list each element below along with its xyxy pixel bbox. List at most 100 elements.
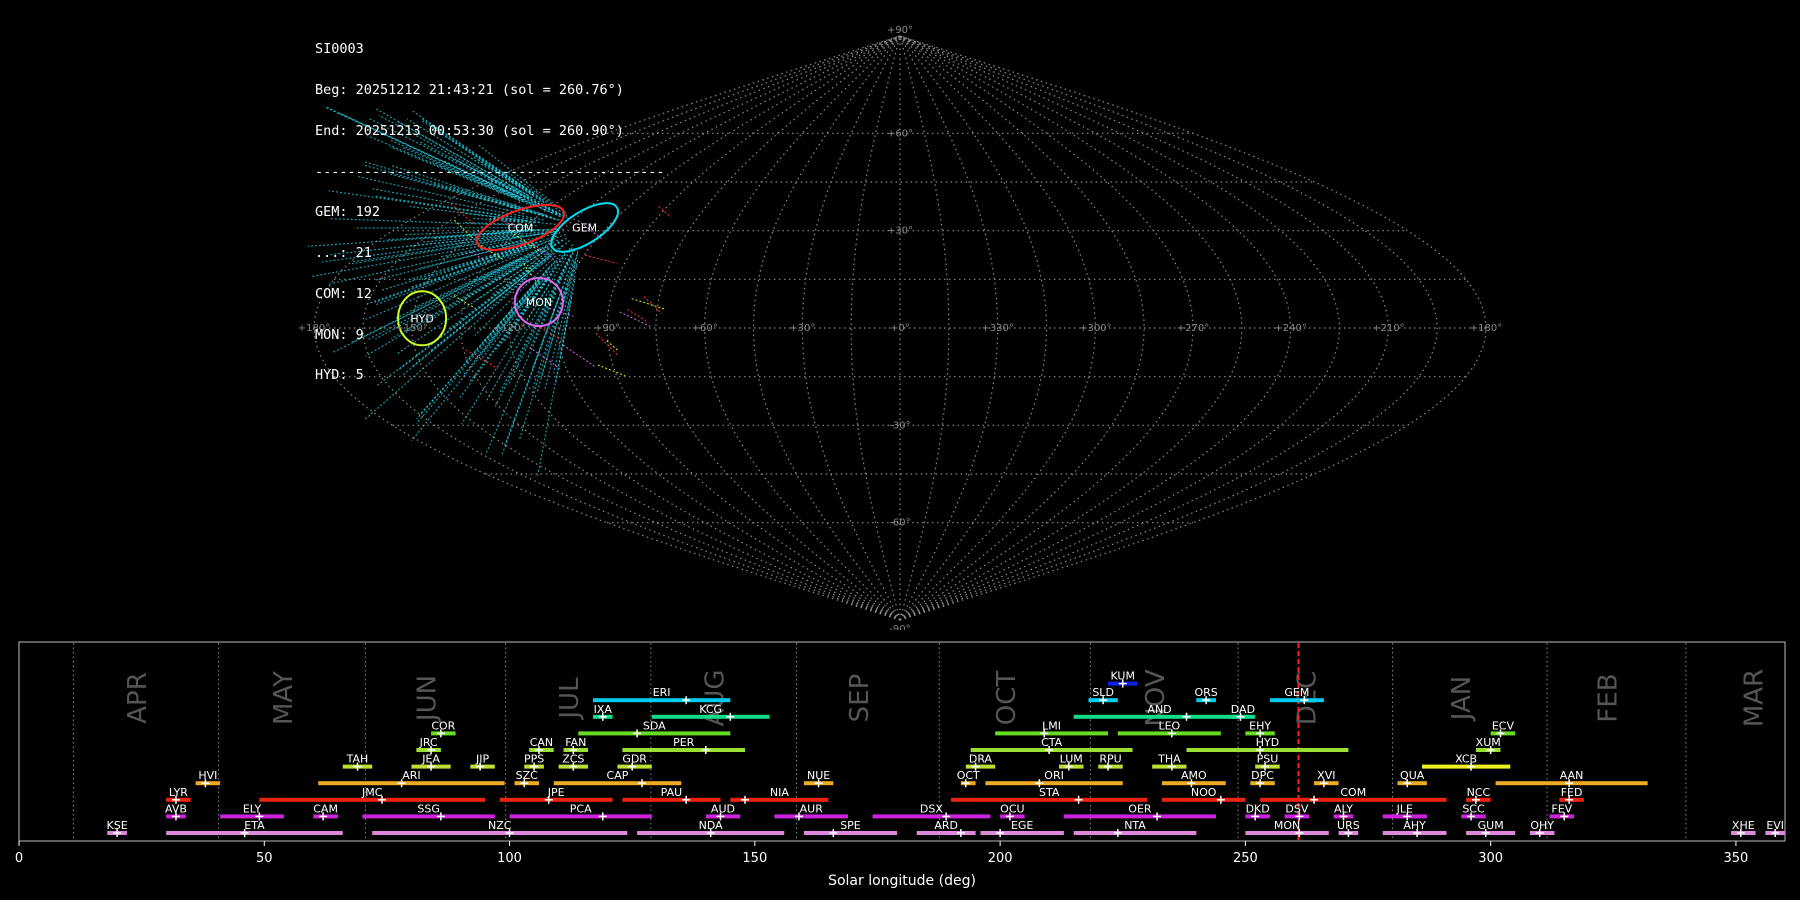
shower-label-gem: GEM bbox=[1284, 686, 1309, 699]
shower-label-nia: NIA bbox=[770, 786, 789, 799]
x-axis-label: Solar longitude (deg) bbox=[828, 873, 976, 889]
latitude-tick-label: -60° bbox=[889, 518, 910, 529]
longitude-tick-label: +30° bbox=[789, 323, 815, 334]
shower-label-ehy: EHY bbox=[1249, 719, 1271, 732]
shower-label-xum: XUM bbox=[1476, 736, 1501, 749]
shower-label-ege: EGE bbox=[1011, 819, 1033, 832]
shower-label-ncc: NCC bbox=[1467, 786, 1491, 799]
x-tick-label: 100 bbox=[497, 851, 522, 866]
shower-label-fan: FAN bbox=[565, 736, 586, 749]
shower-label-ors: ORS bbox=[1194, 686, 1217, 699]
info-session-id: SI0003 bbox=[315, 41, 364, 58]
shower-label-dpc: DPC bbox=[1251, 769, 1274, 782]
shower-label-ari: ARI bbox=[402, 769, 420, 782]
shower-label-ahy: AHY bbox=[1403, 819, 1426, 832]
shower-label-kum: KUM bbox=[1111, 670, 1135, 683]
info-count-gem: GEM: 192 bbox=[315, 204, 381, 221]
shower-label-kcg: KCG bbox=[699, 703, 722, 716]
latitude-tick-label: +90° bbox=[887, 25, 913, 36]
shower-label-tah: TAH bbox=[346, 753, 369, 766]
shower-label-lyr: LYR bbox=[169, 786, 188, 799]
shower-label-cta: CTA bbox=[1041, 736, 1063, 749]
shower-label-dra: DRA bbox=[969, 753, 993, 766]
shower-label-jip: JIP bbox=[475, 753, 489, 766]
shower-label-jle: JLE bbox=[1396, 802, 1413, 815]
shower-label-ohy: OHY bbox=[1530, 819, 1554, 832]
shower-label-leo: LEO bbox=[1158, 719, 1180, 732]
shower-timeline-chart: APR MAY JUN JUL AUG SEP OCT NOV DEC JAN FEB MAR KUM… bbox=[15, 641, 1786, 889]
shower-label-dsx: DSX bbox=[920, 802, 943, 815]
shower-label-tha: THA bbox=[1157, 753, 1181, 766]
observation-info: SI0003 Beg: 20251212 21:43:21 (sol = 260… bbox=[315, 16, 665, 410]
month-label-apr: APR bbox=[123, 672, 153, 724]
shower-label-evi: EVI bbox=[1766, 819, 1784, 832]
shower-label-amo: AMO bbox=[1181, 769, 1207, 782]
shower-label-pps: PPS bbox=[524, 753, 544, 766]
info-count-sporadic: ...: 21 bbox=[315, 245, 372, 262]
month-label-may: MAY bbox=[269, 671, 299, 725]
shower-label-can: CAN bbox=[530, 736, 553, 749]
latitude-tick-label: -30° bbox=[889, 420, 910, 431]
shower-label-pau: PAU bbox=[661, 786, 683, 799]
shower-label-oer: OER bbox=[1128, 802, 1152, 815]
x-axis: 0 50 100 150 200 250 300 350 bbox=[15, 841, 1748, 866]
month-label-jul: JUL bbox=[555, 677, 585, 721]
shower-label-cap: CAP bbox=[607, 769, 629, 782]
month-label-oct: OCT bbox=[992, 671, 1022, 726]
x-tick-label: 350 bbox=[1724, 851, 1749, 866]
x-tick-label: 0 bbox=[15, 851, 23, 866]
shower-label-ori: ORI bbox=[1044, 769, 1064, 782]
info-end-time: End: 20251213 00:53:30 (sol = 260.90°) bbox=[315, 122, 624, 139]
shower-label-nta: NTA bbox=[1124, 819, 1146, 832]
shower-label-aly: ALY bbox=[1334, 802, 1353, 815]
shower-label-urs: URS bbox=[1337, 819, 1360, 832]
shower-label-dad: DAD bbox=[1231, 703, 1255, 716]
shower-label-jrc: JRC bbox=[419, 736, 438, 749]
latitude-tick-label: +60° bbox=[887, 128, 913, 139]
info-count-hyd: HYD: 5 bbox=[315, 367, 364, 384]
shower-label-hyd: HYD bbox=[1256, 736, 1279, 749]
info-count-mon: MON: 9 bbox=[315, 326, 364, 343]
info-begin-time: Beg: 20251212 21:43:21 (sol = 260.76°) bbox=[315, 81, 624, 98]
shower-label-ssg: SSG bbox=[417, 802, 440, 815]
shower-label-lmi: LMI bbox=[1042, 719, 1061, 732]
shower-label-hvi: HVI bbox=[198, 769, 217, 782]
longitude-tick-label: +240° bbox=[1274, 323, 1306, 334]
shower-label-noo: NOO bbox=[1191, 786, 1217, 799]
shower-label-pca: PCA bbox=[570, 802, 592, 815]
shower-label-spe: SPE bbox=[840, 819, 861, 832]
shower-label-rpu: RPU bbox=[1099, 753, 1121, 766]
shower-label-and: AND bbox=[1147, 703, 1171, 716]
shower-label-szc: SZC bbox=[516, 769, 539, 782]
info-count-com: COM: 12 bbox=[315, 285, 372, 302]
latitude-tick-label: +30° bbox=[887, 226, 913, 237]
shower-label-aur: AUR bbox=[800, 802, 824, 815]
shower-label-mon: MON bbox=[1274, 819, 1300, 832]
shower-label-ard: ARD bbox=[934, 819, 958, 832]
shower-label-jmc: JMC bbox=[361, 786, 383, 799]
shower-label-sld: SLD bbox=[1092, 686, 1114, 699]
shower-label-psu: PSU bbox=[1257, 753, 1279, 766]
month-label-jan: JAN bbox=[1447, 676, 1477, 722]
longitude-tick-label: +60° bbox=[692, 323, 718, 334]
shower-label-gum: GUM bbox=[1478, 819, 1504, 832]
meteor-figure: COM GEM HYD MON +180° +150° +120° +90° +60° +30°… bbox=[0, 0, 1800, 900]
longitude-tick-label: +330° bbox=[981, 323, 1013, 334]
x-tick-label: 50 bbox=[256, 851, 273, 866]
shower-label-gdr: GDR bbox=[622, 753, 647, 766]
shower-label-fev: FEV bbox=[1551, 802, 1572, 815]
shower-label-com: COM bbox=[1340, 786, 1366, 799]
shower-label-sda: SDA bbox=[643, 719, 666, 732]
longitude-tick-label: +210° bbox=[1372, 323, 1404, 334]
shower-label-avb: AVB bbox=[165, 802, 187, 815]
shower-label-ely: ELY bbox=[243, 802, 262, 815]
shower-label-fed: FED bbox=[1561, 786, 1583, 799]
shower-label-ecv: ECV bbox=[1492, 719, 1515, 732]
longitude-tick-label: +180° bbox=[1470, 323, 1502, 334]
shower-label-jea: JEA bbox=[421, 753, 440, 766]
x-tick-label: 150 bbox=[742, 851, 767, 866]
month-label-sep: SEP bbox=[845, 674, 875, 723]
shower-label-nzc: NZC bbox=[488, 819, 512, 832]
shower-label-zcs: ZCS bbox=[562, 753, 584, 766]
x-tick-label: 200 bbox=[988, 851, 1013, 866]
